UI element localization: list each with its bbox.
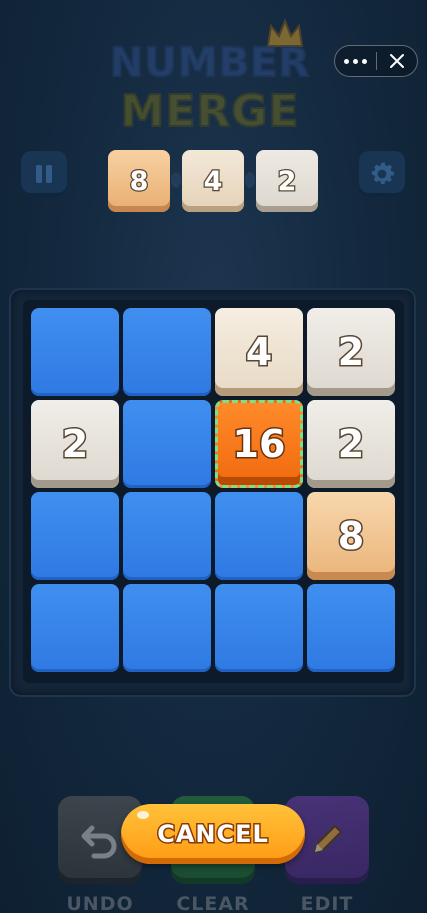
button-shine bbox=[137, 811, 149, 819]
tile-value: 2 bbox=[60, 421, 90, 468]
pause-button[interactable] bbox=[21, 151, 67, 197]
board-cell[interactable] bbox=[31, 492, 119, 580]
more-dots-icon[interactable] bbox=[335, 46, 376, 76]
next-tile-1: 8 bbox=[108, 150, 170, 212]
undo-label: UNDO bbox=[66, 893, 134, 913]
tile-value: 8 bbox=[336, 513, 366, 560]
number-tile[interactable]: 2 bbox=[307, 400, 395, 488]
game-board: 4 2 2 16 2 8 bbox=[11, 290, 414, 695]
gear-icon bbox=[371, 162, 394, 184]
board-cell[interactable] bbox=[123, 400, 211, 488]
selected-tile[interactable]: 16 bbox=[215, 400, 303, 488]
undo-icon bbox=[81, 825, 117, 859]
number-tile[interactable]: 8 bbox=[307, 492, 395, 580]
tile-value: 2 bbox=[336, 329, 366, 376]
close-icon[interactable] bbox=[377, 46, 417, 76]
queue-separator bbox=[171, 172, 181, 188]
tile-value: 16 bbox=[231, 421, 287, 468]
edit-label: EDIT bbox=[300, 893, 354, 913]
pause-icon bbox=[34, 165, 54, 183]
queue-separator bbox=[245, 172, 255, 188]
board-cell[interactable] bbox=[123, 584, 211, 672]
clear-label: CLEAR bbox=[176, 893, 250, 913]
number-tile[interactable]: 2 bbox=[31, 400, 119, 488]
cancel-button[interactable]: CANCEL bbox=[121, 804, 305, 864]
board-cell[interactable] bbox=[123, 492, 211, 580]
board-cell[interactable] bbox=[31, 308, 119, 396]
tile-value: 2 bbox=[336, 421, 366, 468]
pencil-icon bbox=[313, 824, 343, 854]
next-tile-2: 4 bbox=[182, 150, 244, 212]
number-tile[interactable]: 2 bbox=[307, 308, 395, 396]
number-tile[interactable]: 4 bbox=[215, 308, 303, 396]
board-cell[interactable] bbox=[307, 584, 395, 672]
logo-line-1: NUMBER bbox=[109, 39, 311, 87]
board-cell[interactable] bbox=[123, 308, 211, 396]
mini-program-capsule bbox=[334, 45, 418, 77]
game-logo: NUMBER MERGE bbox=[90, 18, 330, 138]
board-cell[interactable] bbox=[215, 584, 303, 672]
board-cell[interactable] bbox=[215, 492, 303, 580]
cancel-label: CANCEL bbox=[156, 819, 270, 850]
board-cell[interactable] bbox=[31, 584, 119, 672]
board-grid: 4 2 2 16 2 8 bbox=[23, 300, 404, 683]
logo-line-2: MERGE bbox=[120, 85, 300, 138]
settings-button[interactable] bbox=[359, 151, 405, 197]
next-tile-3: 2 bbox=[256, 150, 318, 212]
tile-value: 4 bbox=[244, 329, 274, 376]
